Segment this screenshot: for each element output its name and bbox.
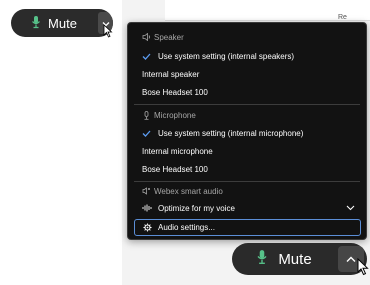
speaker-option-system[interactable]: Use system setting (internal speakers) xyxy=(128,48,366,64)
background-text: Re xyxy=(338,14,347,21)
speaker-option-bose[interactable]: Bose Headset 100 xyxy=(128,84,366,100)
microphone-option-bose[interactable]: Bose Headset 100 xyxy=(128,161,366,177)
microphone-section-heading: Microphone xyxy=(128,107,366,123)
audio-options-menu: Speaker Use system setting (internal spe… xyxy=(127,22,367,240)
microphone-small-icon xyxy=(143,110,154,120)
mute-label-bottom: Mute xyxy=(278,250,312,268)
checkmark-icon xyxy=(142,53,158,60)
speaker-section-heading: Speaker xyxy=(128,29,366,45)
microphone-option-system[interactable]: Use system setting (internal microphone) xyxy=(128,125,366,141)
microphone-icon xyxy=(256,249,268,269)
gear-icon xyxy=(143,223,158,232)
microphone-option-internal[interactable]: Internal microphone xyxy=(128,143,366,159)
checkmark-icon xyxy=(142,130,158,137)
microphone-icon xyxy=(31,15,41,32)
speaker-option-internal[interactable]: Internal speaker xyxy=(128,66,366,82)
chevron-down-icon xyxy=(346,205,355,211)
mute-control-bottom: Mute xyxy=(232,243,367,275)
menu-divider xyxy=(134,181,360,182)
speaker-icon xyxy=(142,33,154,41)
mute-label-top: Mute xyxy=(48,15,77,31)
menu-divider xyxy=(134,104,360,105)
smart-audio-section-heading: Webex smart audio xyxy=(128,183,366,199)
chevron-up-icon xyxy=(346,250,356,268)
smart-audio-mode-select[interactable]: Optimize for my voice xyxy=(128,200,366,216)
mute-button-top[interactable]: Mute xyxy=(11,9,97,37)
mouse-pointer-icon xyxy=(357,257,369,281)
mute-control-top: Mute xyxy=(11,9,113,37)
voice-waveform-icon xyxy=(142,204,158,212)
mouse-pointer-icon xyxy=(103,24,113,43)
audio-settings-button[interactable]: Audio settings... xyxy=(134,219,361,236)
smart-audio-icon xyxy=(142,187,154,195)
mute-button-bottom[interactable]: Mute xyxy=(232,243,336,275)
